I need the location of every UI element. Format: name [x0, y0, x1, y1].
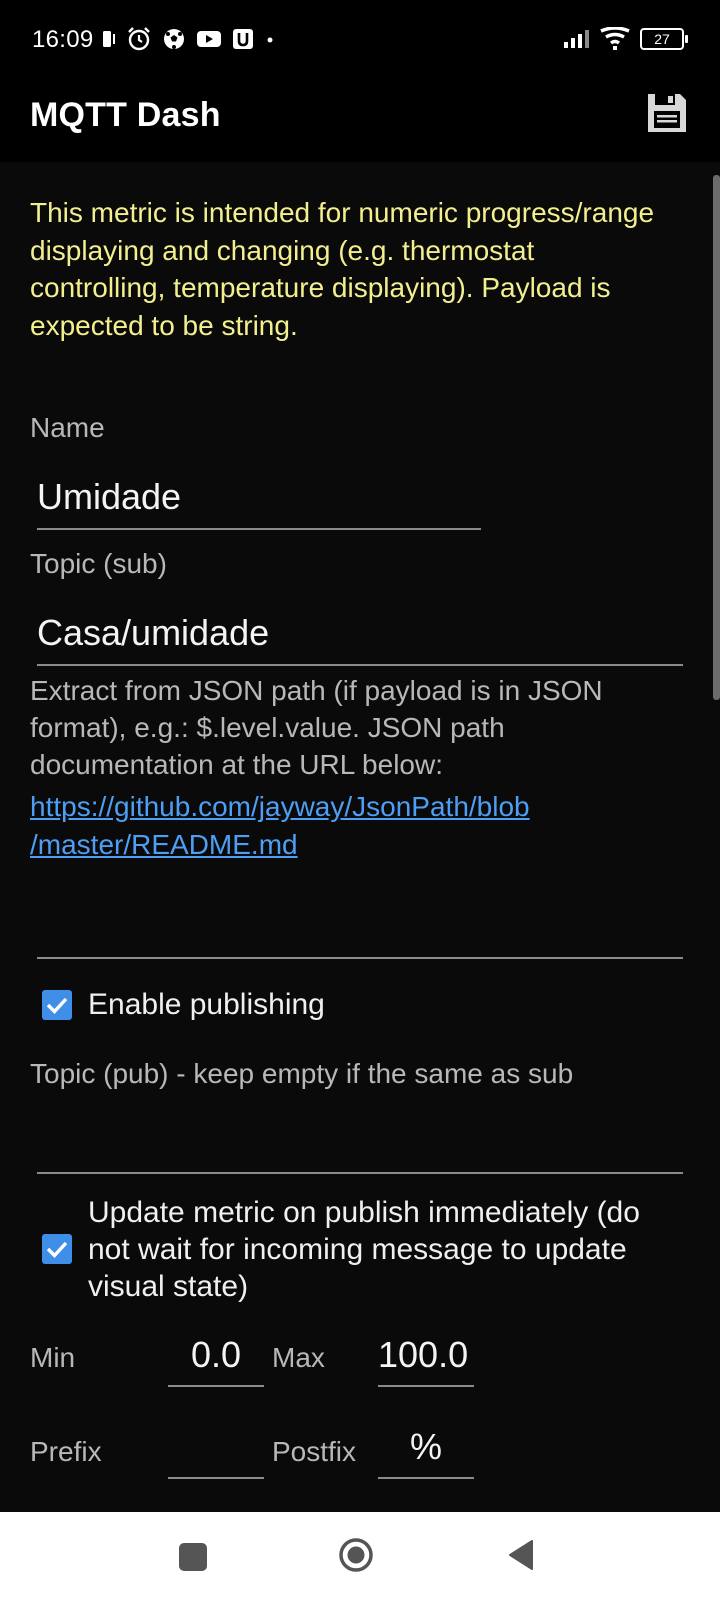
app-bar: MQTT Dash — [0, 80, 720, 162]
max-label: Max — [272, 1342, 325, 1373]
system-nav-bar — [0, 1512, 720, 1600]
update-metric-checkbox[interactable] — [42, 1234, 72, 1264]
topic-sub-input[interactable]: Casa/umidade — [37, 612, 269, 654]
topic-pub-input[interactable] — [37, 1116, 677, 1160]
name-input-underline — [37, 528, 481, 530]
signal-icon — [564, 30, 589, 48]
battery-level: 27 — [654, 31, 670, 47]
json-path-docs-link[interactable]: https://github.com/jayway/JsonPath/blob /… — [30, 788, 690, 864]
max-input[interactable]: 100.0 — [378, 1334, 474, 1376]
enable-publishing-label[interactable]: Enable publishing — [88, 986, 325, 1023]
status-icons-left — [100, 24, 276, 54]
topic-sub-input-underline — [37, 664, 683, 666]
youtube-icon — [197, 31, 221, 47]
postfix-input-underline — [378, 1477, 474, 1479]
sim-icon — [103, 31, 115, 47]
json-path-docs-link-line2[interactable]: /master/README.md — [30, 829, 298, 860]
min-input[interactable]: 0.0 — [168, 1334, 264, 1376]
enable-publishing-checkbox[interactable] — [42, 990, 72, 1020]
soccer-ball-icon — [164, 29, 184, 49]
status-icons-right: 27 — [562, 24, 688, 54]
u-app-icon — [233, 29, 253, 49]
prefix-label: Prefix — [30, 1436, 102, 1467]
json-path-input-underline — [37, 957, 683, 959]
topic-sub-label: Topic (sub) — [30, 548, 167, 579]
postfix-label: Postfix — [272, 1436, 357, 1467]
home-circle-icon[interactable] — [338, 1537, 374, 1573]
back-triangle-icon[interactable] — [506, 1539, 536, 1571]
save-button[interactable] — [644, 90, 690, 136]
checkmark-icon — [46, 997, 68, 1014]
save-icon — [648, 94, 686, 132]
recents-square-icon[interactable] — [179, 1543, 207, 1571]
metric-description: This metric is intended for numeric prog… — [30, 197, 655, 341]
dot-icon — [267, 37, 273, 43]
json-path-docs-link-line1[interactable]: https://github.com/jayway/JsonPath/blob — [30, 791, 530, 822]
prefix-input-underline — [168, 1477, 264, 1479]
name-input[interactable]: Umidade — [37, 476, 181, 518]
wifi-icon — [600, 27, 630, 50]
checkmark-icon — [46, 1241, 68, 1258]
alarm-icon — [128, 27, 150, 51]
status-bar: 16:09 27 — [0, 0, 720, 80]
prefix-input[interactable] — [168, 1426, 264, 1470]
app-title: MQTT Dash — [30, 96, 221, 134]
scrollbar[interactable] — [713, 175, 720, 700]
status-time: 16:09 — [32, 26, 94, 53]
max-input-underline — [378, 1385, 474, 1387]
min-input-underline — [168, 1385, 264, 1387]
topic-pub-input-underline — [37, 1172, 683, 1174]
json-path-input[interactable] — [37, 905, 677, 949]
update-metric-label[interactable]: Update metric on publish immediately (do… — [88, 1194, 688, 1305]
min-label: Min — [30, 1342, 76, 1373]
json-path-help: Extract from JSON path (if payload is in… — [30, 675, 603, 780]
battery-icon: 27 — [640, 28, 688, 50]
postfix-input[interactable]: % — [378, 1426, 474, 1468]
name-label: Name — [30, 412, 105, 443]
topic-pub-label: Topic (pub) - keep empty if the same as … — [30, 1058, 574, 1089]
